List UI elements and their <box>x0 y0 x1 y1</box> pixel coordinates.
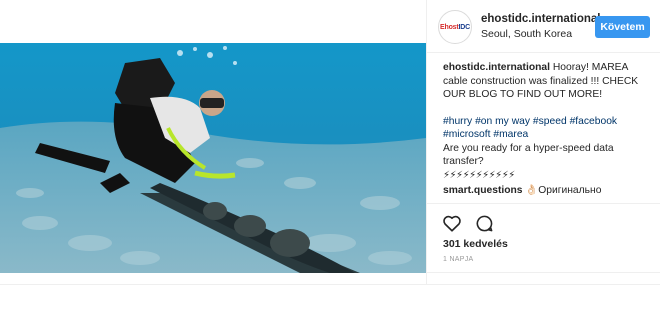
avatar[interactable]: EhostIDC <box>438 10 472 44</box>
hashtag[interactable]: #speed <box>533 116 567 127</box>
hashtags: #hurry #on my way #speed #facebook #micr… <box>443 115 653 142</box>
actions-divider <box>427 203 660 204</box>
panel-divider <box>426 0 427 285</box>
like-count[interactable]: 301 kedvelés <box>443 238 508 250</box>
hashtag[interactable]: #on my way <box>475 116 530 127</box>
footer-divider <box>427 272 660 273</box>
post-photo[interactable] <box>0 43 426 273</box>
post-caption: ehostidc.international Hooray! MAREA cab… <box>443 61 653 198</box>
comment: smart.questions 👌🏻Оригинально <box>443 184 653 198</box>
action-bar <box>441 212 495 234</box>
heart-icon[interactable] <box>441 212 463 234</box>
hashtag[interactable]: #marea <box>493 129 528 140</box>
hashtag[interactable]: #microsoft <box>443 129 491 140</box>
post-username[interactable]: ehostidc.international <box>481 13 601 25</box>
caption-username[interactable]: ehostidc.international <box>443 62 550 73</box>
comment-username[interactable]: smart.questions <box>443 185 523 196</box>
header-divider <box>427 52 660 53</box>
comment-text: 👌🏻Оригинально <box>522 185 602 196</box>
hashtag[interactable]: #facebook <box>570 116 618 127</box>
post-location[interactable]: Seoul, South Korea <box>481 28 572 40</box>
caption-text: ehostidc.international Hooray! MAREA cab… <box>443 61 653 102</box>
lightning-emoji-row: ⚡⚡⚡⚡⚡⚡⚡⚡⚡⚡⚡ <box>443 169 515 181</box>
brand-logo: EhostIDC <box>440 23 470 31</box>
instagram-post: EhostIDC ehostidc.international Seoul, S… <box>0 0 660 328</box>
post-timestamp[interactable]: 1 NAPJA <box>443 256 474 263</box>
comment-icon[interactable] <box>473 212 495 234</box>
hashtag[interactable]: #hurry <box>443 116 472 127</box>
follow-button[interactable]: Követem <box>595 16 650 38</box>
post-bottom-border <box>0 284 660 285</box>
post-header: EhostIDC ehostidc.international Seoul, S… <box>438 10 653 44</box>
caption-question: Are you ready for a hyper-speed data tra… <box>443 142 614 168</box>
